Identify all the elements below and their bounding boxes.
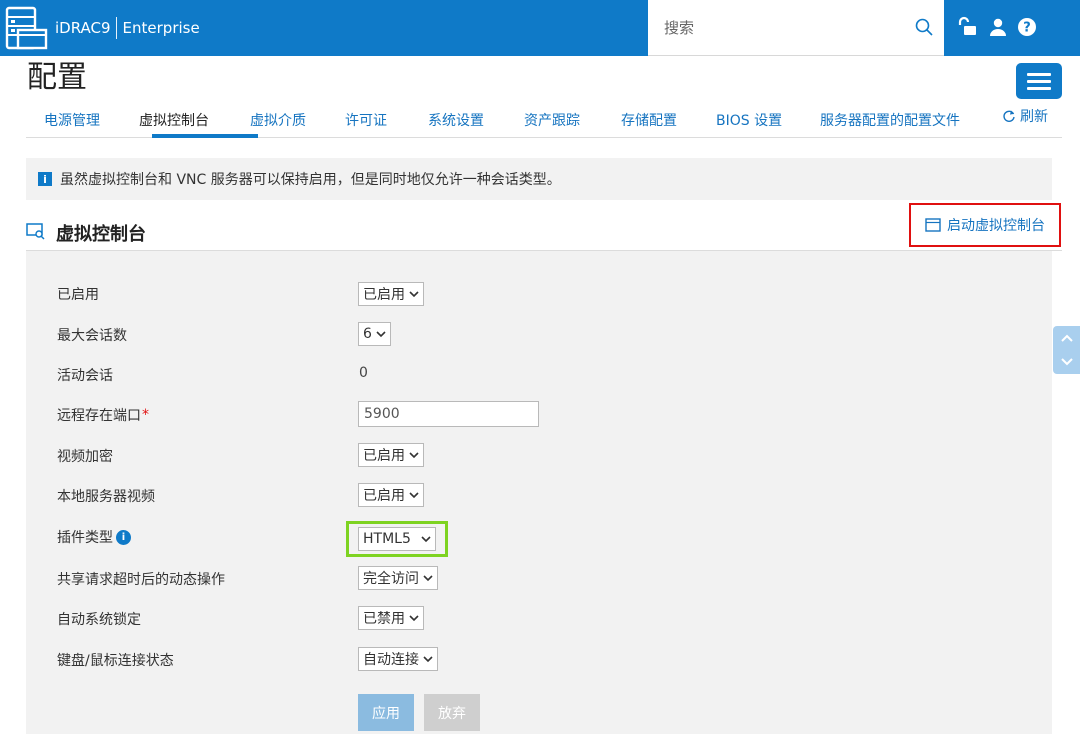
svg-text:?: ?: [1023, 21, 1031, 36]
info-banner-text: 虽然虚拟控制台和 VNC 服务器可以保持启用，但是同时地仅允许一种会话类型。: [60, 172, 561, 188]
chevron-down-icon: [421, 536, 431, 543]
chevron-down-icon: [376, 331, 386, 338]
discard-button[interactable]: 放弃: [424, 694, 480, 731]
tab-server-config-profile[interactable]: 服务器配置的配置文件: [820, 110, 960, 130]
tab-storage-config[interactable]: 存储配置: [621, 110, 677, 130]
unlock-icon[interactable]: [957, 16, 979, 38]
video-encryption-select[interactable]: 已启用: [358, 443, 424, 467]
required-mark: *: [142, 407, 149, 423]
active-sessions-label: 活动会话: [57, 368, 113, 384]
kvm-status-label: 键盘/鼠标连接状态: [57, 653, 174, 669]
info-banner: i 虽然虚拟控制台和 VNC 服务器可以保持启用，但是同时地仅允许一种会话类型。: [26, 158, 1052, 200]
auto-lock-label: 自动系统锁定: [57, 612, 141, 628]
user-icon[interactable]: [987, 16, 1009, 38]
chevron-up-icon[interactable]: [1060, 333, 1074, 343]
launch-label: 启动虚拟控制台: [947, 218, 1045, 234]
scroll-widget: [1053, 326, 1080, 374]
search-input[interactable]: [664, 17, 904, 39]
video-encryption-label: 视频加密: [57, 449, 113, 465]
tab-system-settings[interactable]: 系统设置: [428, 110, 484, 130]
tab-bar: 电源管理 虚拟控制台 虚拟介质 许可证 系统设置 资产跟踪 存储配置 BIOS …: [26, 106, 1062, 138]
max-sessions-select[interactable]: 6: [358, 322, 391, 346]
chevron-down-icon: [409, 452, 419, 459]
launch-virtual-console-link[interactable]: 启动虚拟控制台: [909, 203, 1061, 247]
refresh-label: 刷新: [1020, 109, 1048, 125]
chevron-down-icon: [409, 492, 419, 499]
auto-lock-select[interactable]: 已禁用: [358, 606, 424, 630]
chevron-down-icon: [423, 656, 433, 663]
active-sessions-value: 0: [359, 365, 368, 381]
top-bar: iDRAC9 Enterprise ?: [0, 0, 1080, 56]
tab-virtual-console[interactable]: 虚拟控制台: [139, 110, 209, 130]
search-icon[interactable]: [914, 17, 934, 37]
local-video-select[interactable]: 已启用: [358, 483, 424, 507]
enabled-select[interactable]: 已启用: [358, 282, 424, 306]
server-logo-icon: [5, 6, 48, 50]
help-icon[interactable]: ?: [1016, 16, 1038, 38]
plugin-type-label: 插件类型 i: [57, 527, 131, 547]
enabled-label: 已启用: [57, 287, 99, 303]
page-title: 配置: [27, 60, 87, 95]
chevron-down-icon[interactable]: [1060, 357, 1074, 367]
virtual-console-icon: [26, 223, 45, 240]
virtual-console-form: 已启用 已启用 最大会话数 6 活动会话 0 远程存在端口* 视频加密 已启用 …: [26, 251, 1052, 734]
info-icon[interactable]: i: [116, 529, 131, 545]
tab-asset-tracking[interactable]: 资产跟踪: [524, 110, 580, 130]
chevron-down-icon: [409, 291, 419, 298]
search-box: [648, 0, 944, 56]
hamburger-menu-button[interactable]: [1016, 63, 1062, 99]
section-title: 虚拟控制台: [56, 224, 146, 245]
tab-virtual-media[interactable]: 虚拟介质: [250, 110, 306, 130]
max-sessions-label: 最大会话数: [57, 328, 127, 344]
tab-licenses[interactable]: 许可证: [345, 110, 387, 130]
kvm-status-select[interactable]: 自动连接: [358, 647, 438, 671]
window-icon: [925, 218, 941, 232]
tab-bios-settings[interactable]: BIOS 设置: [716, 110, 782, 130]
product-edition: Enterprise: [122, 19, 200, 37]
info-icon: i: [38, 172, 52, 186]
product-name: iDRAC9: [55, 19, 111, 37]
tab-power[interactable]: 电源管理: [44, 110, 100, 130]
chevron-down-icon: [423, 575, 433, 582]
refresh-icon: [1003, 110, 1015, 122]
shared-timeout-select[interactable]: 完全访问: [358, 566, 438, 590]
plugin-type-select[interactable]: HTML5: [358, 527, 436, 551]
remote-port-label: 远程存在端口 *: [57, 407, 149, 424]
remote-port-input[interactable]: [358, 401, 539, 427]
local-video-label: 本地服务器视频: [57, 489, 155, 505]
hamburger-icon: [1027, 72, 1051, 76]
active-tab-indicator: [152, 134, 258, 138]
refresh-button[interactable]: 刷新: [1002, 106, 1048, 126]
chevron-down-icon: [409, 615, 419, 622]
shared-timeout-label: 共享请求超时后的动态操作: [57, 572, 225, 588]
apply-button[interactable]: 应用: [358, 694, 414, 731]
